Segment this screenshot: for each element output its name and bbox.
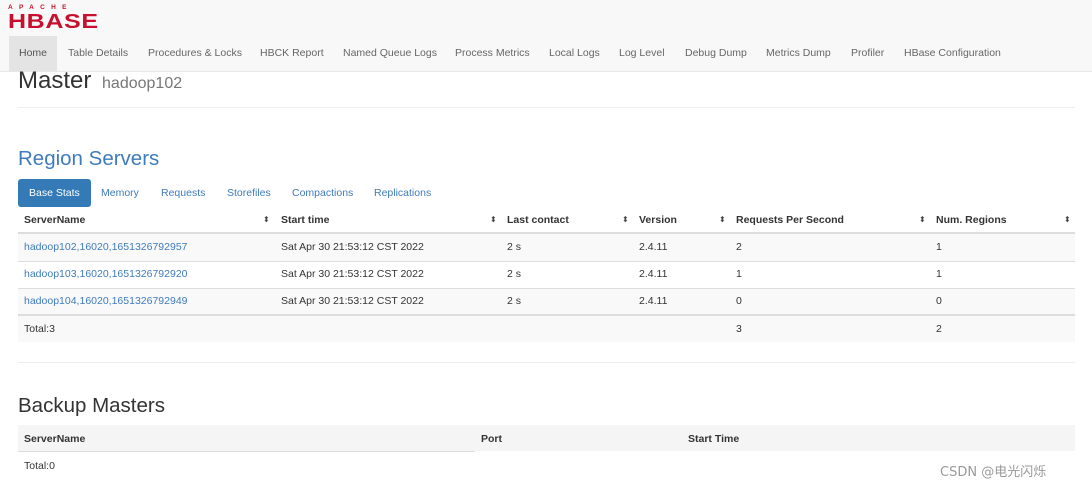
table-header-row [18, 425, 1075, 451]
total-regions: 2 [936, 323, 942, 335]
nav-log-level[interactable]: Log Level [619, 36, 665, 71]
start-time-cell: Sat Apr 30 21:53:12 CST 2022 [281, 295, 424, 307]
version-cell: 2.4.11 [639, 241, 668, 253]
version-cell: 2.4.11 [639, 268, 668, 280]
column-header-version[interactable]: Version [639, 214, 677, 226]
tab-base-stats[interactable]: Base Stats [18, 179, 91, 207]
sort-icon[interactable]: ⬍ [622, 215, 629, 225]
regions-cell: 1 [936, 268, 942, 280]
regions-cell: 0 [936, 295, 942, 307]
requests-cell: 1 [736, 268, 742, 280]
table-total-row [18, 316, 1075, 342]
nav-profiler[interactable]: Profiler [851, 36, 884, 71]
regions-cell: 1 [936, 241, 942, 253]
nav-hbck-report[interactable]: HBCK Report [260, 36, 324, 71]
page-title-master: Master [18, 67, 92, 94]
column-header-last-contact[interactable]: Last contact [507, 214, 569, 226]
column-header-requests-per-second[interactable]: Requests Per Second [736, 214, 844, 226]
requests-cell: 0 [736, 295, 742, 307]
server-link[interactable]: hadoop104,16020,1651326792949 [24, 295, 188, 307]
page-title: Master hadoop102 [18, 66, 182, 96]
sort-icon[interactable]: ⬍ [1064, 215, 1071, 225]
row-divider [18, 451, 475, 452]
watermark-text: CSDN @电光闪烁 [940, 465, 1047, 480]
tab-memory[interactable]: Memory [101, 179, 139, 207]
start-time-cell: Sat Apr 30 21:53:12 CST 2022 [281, 268, 424, 280]
hbase-logo[interactable]: APACHE HBASE [8, 4, 108, 32]
column-header-start-time[interactable]: Start time [281, 214, 329, 226]
page-title-host: hadoop102 [102, 75, 183, 92]
column-header-servername[interactable]: ServerName [24, 214, 85, 226]
region-servers-title: Region Servers [18, 147, 160, 170]
tab-storefiles[interactable]: Storefiles [227, 179, 271, 207]
sort-icon[interactable]: ⬍ [490, 215, 497, 225]
nav-process-metrics[interactable]: Process Metrics [455, 36, 530, 71]
nav-debug-dump[interactable]: Debug Dump [685, 36, 747, 71]
last-contact-cell: 2 s [507, 268, 522, 280]
total-label: Total:0 [24, 460, 55, 472]
column-header-port: Port [481, 433, 502, 445]
column-header-servername: ServerName [24, 433, 86, 445]
tab-compactions[interactable]: Compactions [292, 179, 353, 207]
sort-icon[interactable]: ⬍ [263, 215, 270, 225]
server-link[interactable]: hadoop102,16020,1651326792957 [24, 241, 188, 253]
logo-hbase-text: HBASE [8, 11, 99, 33]
sort-icon[interactable]: ⬍ [719, 215, 726, 225]
total-requests: 3 [736, 323, 742, 335]
tab-replications[interactable]: Replications [374, 179, 431, 207]
start-time-cell: Sat Apr 30 21:53:12 CST 2022 [281, 241, 424, 253]
column-header-num-regions[interactable]: Num. Regions [936, 214, 1007, 226]
last-contact-cell: 2 s [507, 295, 522, 307]
divider [18, 362, 1075, 363]
nav-metrics-dump[interactable]: Metrics Dump [766, 36, 831, 71]
divider [18, 107, 1075, 108]
server-link[interactable]: hadoop103,16020,1651326792920 [24, 268, 188, 280]
column-header-start-time: Start Time [688, 433, 740, 445]
version-cell: 2.4.11 [639, 295, 668, 307]
top-navbar: APACHE HBASE Home Table Details Procedur… [0, 0, 1092, 72]
nav-named-queue-logs[interactable]: Named Queue Logs [343, 36, 437, 71]
backup-masters-title: Backup Masters [18, 394, 165, 417]
requests-cell: 2 [736, 241, 742, 253]
nav-hbase-configuration[interactable]: HBase Configuration [904, 36, 1001, 71]
last-contact-cell: 2 s [507, 241, 522, 253]
total-label: Total:3 [24, 323, 55, 335]
sort-icon[interactable]: ⬍ [919, 215, 926, 225]
nav-local-logs[interactable]: Local Logs [549, 36, 600, 71]
tab-requests[interactable]: Requests [161, 179, 205, 207]
